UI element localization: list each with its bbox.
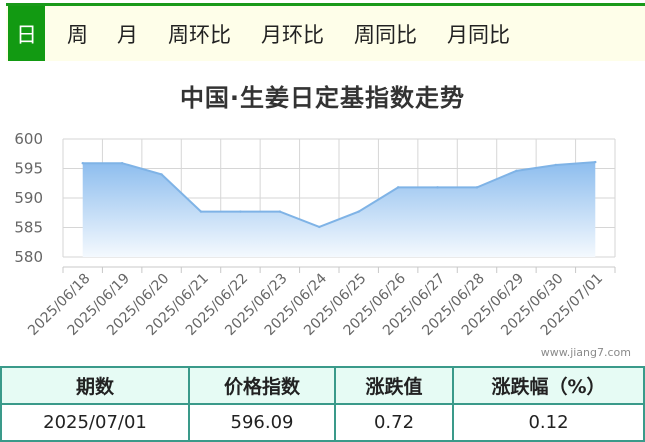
- header-price-index: 价格指数: [188, 366, 336, 405]
- summary-header-row: 期数 价格指数 涨跌值 涨跌幅（%）: [0, 366, 645, 405]
- table-row: 2025/07/01 596.09 0.72 0.12: [0, 403, 645, 442]
- data-point: [160, 173, 163, 176]
- cell-period: 2025/07/01: [0, 403, 190, 442]
- data-point: [515, 169, 518, 173]
- cell-change-percent: 0.12: [452, 403, 645, 442]
- header-change-percent: 涨跌幅（%）: [452, 366, 645, 405]
- header-period: 期数: [0, 366, 190, 405]
- y-tick-label: 585: [14, 219, 43, 237]
- data-point: [239, 210, 242, 213]
- data-point: [318, 225, 321, 229]
- data-point: [396, 186, 400, 189]
- data-point: [436, 186, 439, 189]
- cell-change-value: 0.72: [334, 403, 454, 442]
- summary-table: 期数 价格指数 涨跌值 涨跌幅（%） 2025/07/01 596.09 0.7…: [0, 366, 645, 442]
- y-tick-label: 600: [14, 130, 43, 148]
- data-point: [278, 210, 282, 213]
- data-point: [81, 161, 84, 165]
- data-point: [120, 161, 124, 165]
- data-point: [554, 163, 558, 167]
- y-tick-label: 580: [14, 248, 43, 266]
- source-watermark: www.jiang7.com: [540, 346, 631, 359]
- y-tick-label: 590: [14, 189, 43, 207]
- data-point: [357, 210, 360, 213]
- index-trend-chart: 5805855905956002025/06/182025/06/192025/…: [14, 130, 616, 339]
- data-point: [594, 160, 597, 164]
- header-change-value: 涨跌值: [334, 366, 454, 405]
- data-point: [475, 186, 479, 189]
- y-tick-label: 595: [14, 160, 43, 178]
- data-point: [199, 210, 203, 213]
- cell-price-index: 596.09: [188, 403, 336, 442]
